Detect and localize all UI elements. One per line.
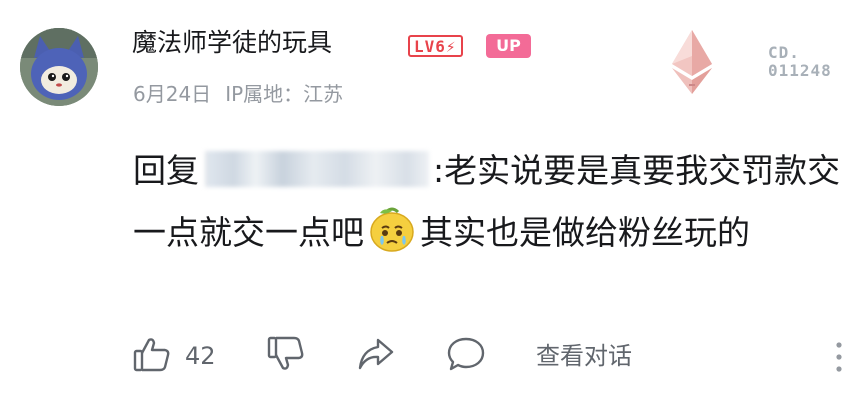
comment-icon[interactable] (446, 334, 486, 378)
more-options-icon[interactable] (832, 340, 846, 374)
crying-lemon-emoji-icon (366, 203, 418, 255)
comment-body: 回复:老实说要是真要我交罚款交一点就交一点吧 其实也是做给粉丝玩的 (133, 140, 845, 264)
share-icon[interactable] (356, 334, 396, 378)
avatar[interactable] (20, 28, 98, 106)
view-conversation-link[interactable]: 查看对话 (536, 338, 632, 374)
blurred-username[interactable] (205, 150, 429, 187)
comment-meta: 6月24日 IP属地：江苏 (133, 80, 343, 108)
comment-text-part2: 其实也是做给粉丝玩的 (420, 213, 750, 252)
comment-date: 6月24日 (133, 82, 212, 106)
fan-badge-code: CD. 011248 (768, 44, 848, 80)
comment-action-bar: 42 查看对话 (0, 334, 865, 378)
fan-badge-code-line2: 011248 (768, 61, 832, 80)
ethereum-diamond-icon[interactable] (668, 28, 716, 98)
fan-badge-code-line1: CD. (768, 43, 800, 62)
reply-prefix: 回复 (133, 151, 199, 190)
dislike-icon[interactable] (266, 334, 306, 378)
like-icon[interactable] (132, 334, 172, 378)
up-badge: UP (486, 34, 531, 58)
ip-location: IP属地：江苏 (225, 82, 344, 106)
username[interactable]: 魔法师学徒的玩具 (132, 25, 332, 61)
like-count: 42 (185, 342, 216, 370)
level-badge: LV6⚡ (408, 35, 463, 57)
